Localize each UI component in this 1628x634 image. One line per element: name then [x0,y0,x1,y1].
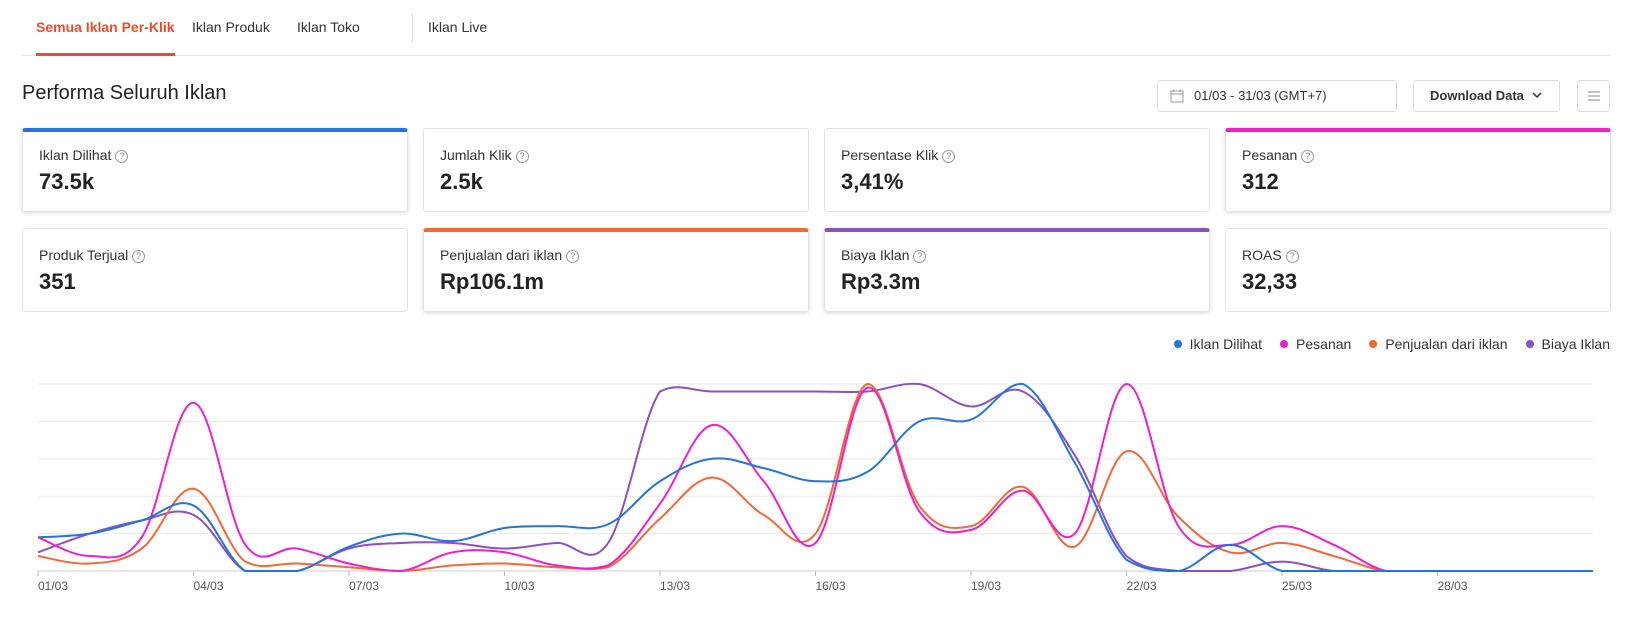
metric-value: 351 [39,269,76,294]
metric-card-persentase-klik[interactable]: Persentase Klik? 3,41% [824,128,1210,212]
legend-item-iklan-dilihat[interactable]: Iklan Dilihat [1173,336,1263,352]
x-tick-label: 07/03 [349,579,379,593]
legend-dot [1525,340,1534,348]
metric-card-jumlah-klik[interactable]: Jumlah Klik? 2.5k [423,128,809,212]
series-line-pesanan[interactable] [37,382,1593,572]
metric-value: 73.5k [39,169,95,194]
list-menu-icon [1588,91,1600,101]
tab-iklan-produk[interactable]: Iklan Produk [192,0,270,56]
metric-value: 32,33 [1242,269,1298,294]
help-icon[interactable]: ? [515,149,529,163]
download-data-label: Download Data [1430,88,1524,103]
metric-card-penjualan-dari-iklan[interactable]: Penjualan dari iklan? Rp106.1m [423,228,809,312]
metric-card-pesanan[interactable]: Pesanan? 312 [1225,128,1611,212]
chevron-down-icon [1532,92,1542,99]
legend-label: Penjualan dari iklan [1385,336,1508,352]
metric-label: Jumlah Klik [440,147,512,163]
legend-label: Pesanan [1296,336,1352,352]
help-icon[interactable]: ? [1301,149,1315,163]
metric-value: Rp106.1m [440,269,544,294]
metric-card-produk-terjual[interactable]: Produk Terjual? 351 [22,228,408,312]
legend-item-penjualan[interactable]: Penjualan dari iklan [1369,336,1508,352]
metric-label: Iklan Dilihat [39,147,112,163]
metric-label: ROAS [1242,247,1282,263]
tab-semua-iklan[interactable]: Semua Iklan Per-Klik [36,0,175,56]
x-tick-label: 13/03 [660,579,690,593]
chart-legend: Iklan Dilihat Pesanan Penjualan dari ikl… [1173,336,1610,352]
help-icon[interactable]: ? [115,149,129,163]
tab-divider [412,13,413,43]
legend-label: Iklan Dilihat [1189,336,1263,352]
help-icon[interactable]: ? [942,149,956,163]
menu-button[interactable] [1577,80,1610,112]
x-tick-label: 28/03 [1438,579,1468,593]
legend-item-pesanan[interactable]: Pesanan [1280,336,1351,352]
legend-dot [1280,340,1289,348]
legend-dot [1369,340,1378,348]
metric-value: 3,41% [841,169,904,194]
calendar-icon [1170,89,1184,103]
legend-item-biaya-iklan[interactable]: Biaya Iklan [1525,336,1610,352]
metric-label: Produk Terjual [39,247,129,263]
metric-card-roas[interactable]: ROAS? 32,33 [1225,228,1611,312]
metric-label: Persentase Klik [841,147,939,163]
metric-value: 312 [1242,169,1279,194]
help-icon[interactable]: ? [566,249,580,263]
metric-value: Rp3.3m [841,269,921,294]
metric-label: Biaya Iklan [841,247,910,263]
metric-label: Pesanan [1242,147,1298,163]
metric-label: Penjualan dari iklan [440,247,563,263]
x-tick-label: 01/03 [38,579,68,593]
ads-type-tabs: Semua Iklan Per-Klik Iklan Produk Iklan … [22,0,1610,56]
performance-line-chart: 01/03 04/03 07/03 10/03 13/03 16/03 19/03 22/03… [37,382,1593,593]
metric-value: 2.5k [440,169,483,194]
x-tick-label: 16/03 [816,579,846,593]
metric-card-biaya-iklan[interactable]: Biaya Iklan? Rp3.3m [824,228,1210,312]
help-icon[interactable]: ? [132,249,146,263]
legend-dot [1173,340,1182,348]
x-tick-label: 10/03 [505,579,535,593]
tab-iklan-live[interactable]: Iklan Live [428,0,487,56]
help-icon[interactable]: ? [1285,249,1299,263]
legend-label: Biaya Iklan [1541,336,1610,352]
help-icon[interactable]: ? [913,249,927,263]
metric-card-iklan-dilihat[interactable]: Iklan Dilihat? 73.5k [22,128,408,212]
date-range-picker[interactable]: 01/03 - 31/03 (GMT+7) [1157,80,1397,112]
download-data-button[interactable]: Download Data [1413,80,1560,112]
tab-iklan-toko[interactable]: Iklan Toko [297,0,360,56]
x-tick-label: 22/03 [1127,579,1157,593]
x-tick-label: 25/03 [1282,579,1312,593]
x-tick-label: 19/03 [971,579,1001,593]
page-title: Performa Seluruh Iklan [22,82,227,104]
date-range-text: 01/03 - 31/03 (GMT+7) [1194,88,1327,103]
x-tick-label: 04/03 [194,579,224,593]
